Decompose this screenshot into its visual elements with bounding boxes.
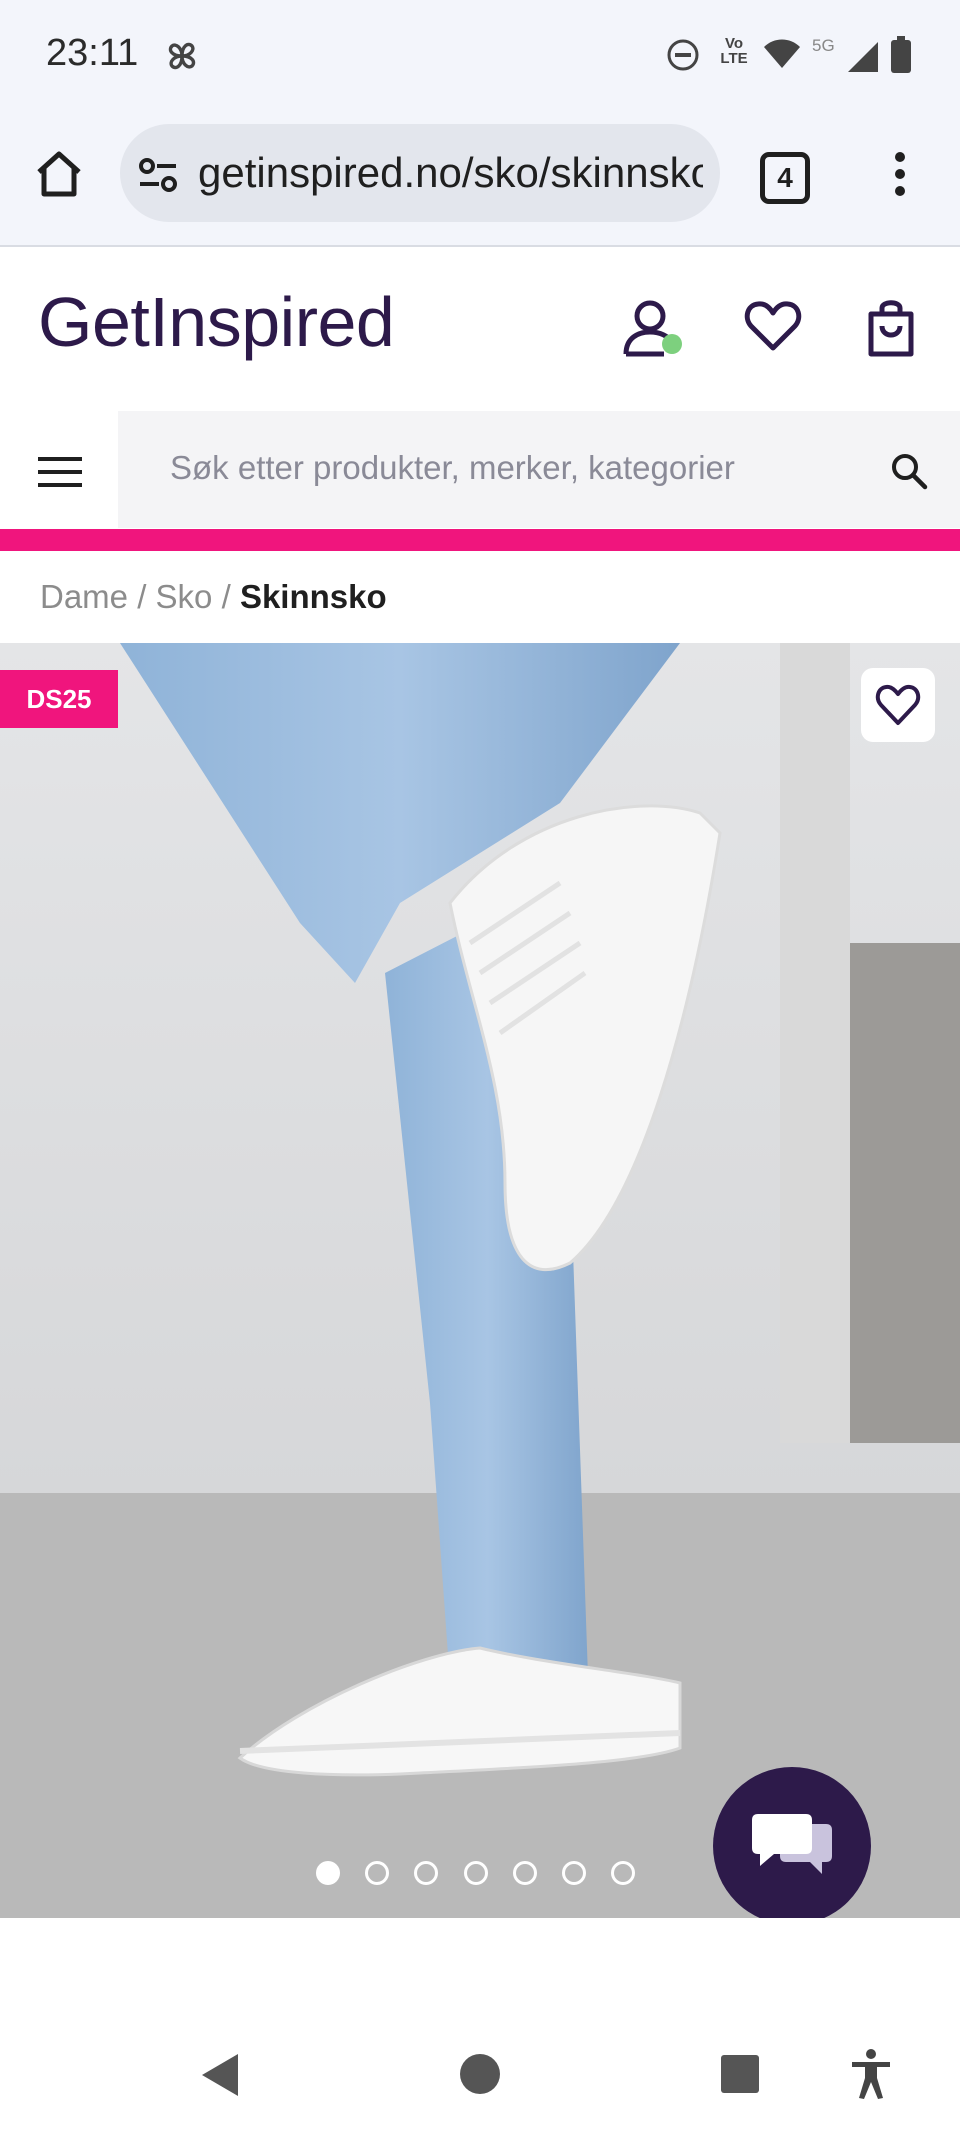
search-icon[interactable] (890, 452, 928, 490)
breadcrumb: Dame / Sko / Skinnsko (40, 578, 387, 616)
pinwheel-icon (168, 42, 196, 70)
url-text[interactable]: getinspired.no/sko/skinnsko (198, 149, 703, 199)
battery-icon (891, 36, 911, 73)
promo-stripe (0, 529, 960, 551)
site-logo[interactable]: GetInspired (38, 282, 395, 362)
signal-icon (848, 42, 878, 72)
breadcrumb-separator: / (137, 578, 147, 615)
status-bar (0, 0, 960, 115)
status-time: 23:11 (46, 32, 139, 74)
back-icon[interactable] (198, 2052, 242, 2098)
wifi-icon (764, 39, 800, 68)
carousel-dot-7[interactable] (611, 1861, 635, 1885)
hamburger-menu-icon[interactable] (38, 455, 82, 489)
product-info-area (0, 1918, 960, 2008)
tab-switcher-button[interactable]: 4 (760, 152, 810, 204)
site-settings-icon[interactable] (138, 155, 178, 195)
breadcrumb-current: Skinnsko (239, 578, 387, 615)
search-input[interactable]: Søk etter produkter, merker, kategorier (170, 449, 735, 487)
account-icon[interactable] (620, 296, 690, 366)
heart-icon[interactable] (875, 683, 921, 727)
volte-icon: Vo LTE (720, 35, 748, 67)
carousel-dot-4[interactable] (464, 1861, 488, 1885)
breadcrumb-link-dame[interactable]: Dame (40, 578, 128, 615)
carousel-dot-1[interactable] (316, 1861, 340, 1885)
discount-badge: DS25 (0, 670, 118, 728)
do-not-disturb-icon (667, 39, 699, 71)
carousel-dot-2[interactable] (365, 1861, 389, 1885)
carousel-dot-6[interactable] (562, 1861, 586, 1885)
more-options-icon[interactable] (880, 150, 920, 198)
carousel-dot-3[interactable] (414, 1861, 438, 1885)
wishlist-icon[interactable] (744, 298, 802, 354)
carousel-dot-5[interactable] (513, 1861, 537, 1885)
breadcrumb-link-sko[interactable]: Sko (156, 578, 213, 615)
chat-icon (752, 1814, 832, 1874)
recent-apps-icon[interactable] (720, 2054, 760, 2094)
product-image[interactable] (0, 643, 960, 1918)
home-icon[interactable] (33, 148, 85, 200)
home-nav-icon[interactable] (458, 2052, 502, 2096)
accessibility-icon[interactable] (850, 2048, 892, 2100)
breadcrumb-separator: / (221, 578, 231, 615)
5g-icon: 5G (812, 36, 835, 55)
cart-icon[interactable] (866, 296, 916, 358)
